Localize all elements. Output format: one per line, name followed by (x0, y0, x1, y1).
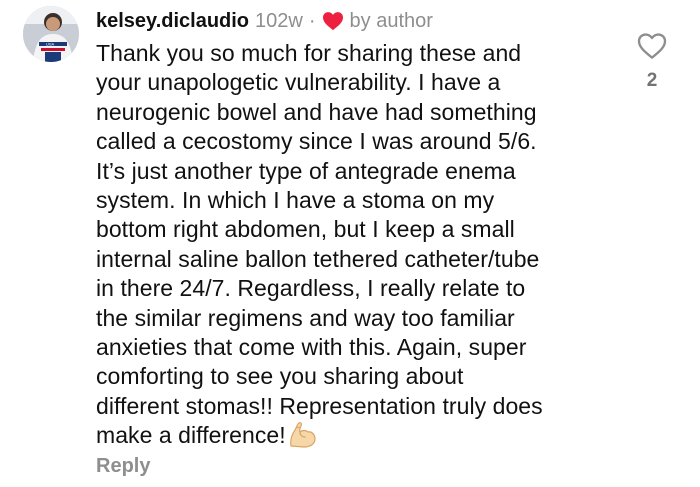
comment-header: kelsey.diclaudio 102w · by author (96, 7, 433, 35)
like-count: 2 (646, 70, 658, 91)
timestamp: 102w (255, 10, 303, 32)
comment: USA kelsey.diclaudio 102w · by author Th… (0, 0, 700, 487)
separator-dot: · (308, 10, 316, 32)
username[interactable]: kelsey.diclaudio (96, 7, 249, 35)
liked-by-author-label: by author (349, 10, 433, 32)
comment-text: Thank you so much for sharing these and … (96, 40, 543, 449)
avatar[interactable]: USA (23, 6, 79, 62)
like-area: 2 (630, 28, 674, 92)
reply-button[interactable]: Reply (96, 453, 150, 479)
comment-body: Thank you so much for sharing these and … (96, 39, 628, 451)
heart-outline-icon (637, 33, 667, 59)
flexed-biceps-icon (288, 421, 318, 449)
svg-text:USA: USA (46, 42, 55, 47)
avatar-image: USA (23, 6, 79, 62)
like-button[interactable] (632, 28, 672, 64)
heart-icon (322, 11, 344, 31)
